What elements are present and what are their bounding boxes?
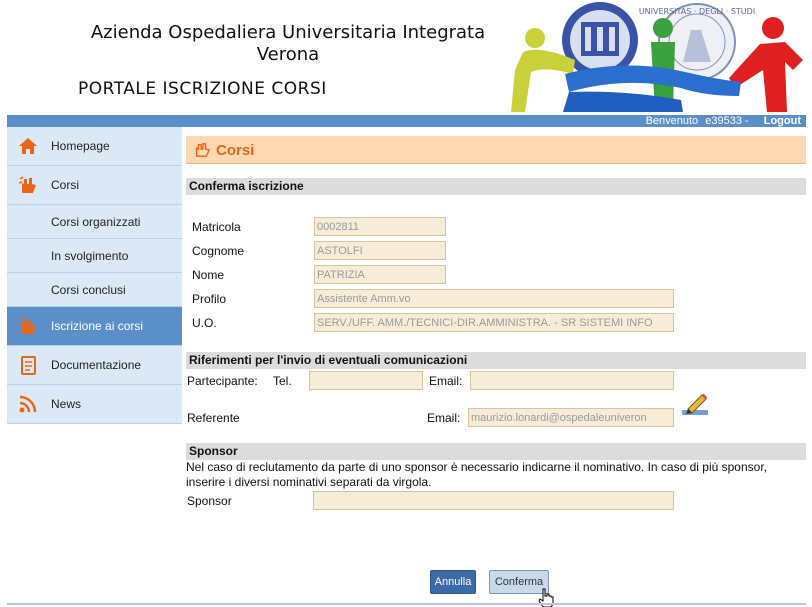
seal-lettering: UNIVERSITAS · DEGLI · STUDI	[639, 7, 755, 16]
tel-input[interactable]	[309, 371, 423, 390]
sidebar-item-homepage[interactable]: Homepage	[7, 127, 182, 166]
hand-icon	[18, 317, 36, 334]
nome-label: Nome	[192, 268, 225, 282]
people-figures-art	[511, 17, 803, 112]
sidebar-item-label: Homepage	[51, 139, 110, 153]
sidebar-item-label: Iscrizione ai corsi	[51, 319, 144, 333]
matricola-label: Matricola	[192, 220, 241, 234]
matricola-field[interactable]	[314, 217, 446, 236]
tel-label: Tel.	[273, 374, 292, 388]
section-header-references: Riferimenti per l'invio di eventuali com…	[186, 352, 806, 369]
organization-name: Azienda Ospedaliera Universitaria Integr…	[90, 22, 486, 43]
home-icon	[19, 138, 37, 154]
logout-link[interactable]: Logout	[764, 115, 801, 127]
sidebar-nav: Homepage Corsi Corsi organizzati In svol…	[7, 127, 182, 424]
sidebar-item-iscrizione-ai-corsi[interactable]: Iscrizione ai corsi	[7, 307, 182, 346]
sidebar-item-label: News	[51, 397, 82, 411]
sidebar-item-corsi-conclusi[interactable]: Corsi conclusi	[7, 273, 182, 307]
sponsor-note: Nel caso di reclutamento da parte di uno…	[186, 460, 767, 489]
referente-label: Referente	[187, 411, 240, 425]
organization-title: Azienda Ospedaliera Universitaria Integr…	[78, 22, 498, 66]
uo-label: U.O.	[192, 316, 217, 330]
username-text: e39533 -	[705, 115, 749, 127]
sponsor-input[interactable]	[313, 491, 674, 510]
sidebar-item-news[interactable]: News	[7, 385, 182, 424]
partecipante-label: Partecipante:	[187, 374, 258, 388]
sidebar-item-label: Corsi conclusi	[51, 282, 126, 297]
sidebar-item-in-svolgimento[interactable]: In svolgimento	[7, 239, 182, 273]
sidebar-item-corsi-organizzati[interactable]: Corsi organizzati	[7, 205, 182, 239]
cognome-label: Cognome	[192, 244, 245, 258]
sidebar-item-label: Corsi organizzati	[51, 214, 141, 229]
hand-icon	[195, 143, 211, 157]
edit-pencil-icon[interactable]	[680, 391, 710, 417]
uo-field[interactable]	[314, 313, 674, 332]
document-icon	[21, 356, 36, 375]
email-label: Email:	[429, 374, 463, 388]
section-header-sponsor: Sponsor	[186, 443, 806, 460]
sidebar-item-label: Documentazione	[51, 358, 142, 372]
user-status-bar: Benvenuto e39533 - Logout	[7, 115, 806, 127]
footer-divider	[7, 603, 806, 605]
cancel-button[interactable]: Annulla	[430, 570, 476, 594]
email-input[interactable]	[470, 371, 674, 390]
page-header: Azienda Ospedaliera Universitaria Integr…	[0, 0, 812, 116]
nome-field[interactable]	[314, 265, 446, 284]
referente-email-field[interactable]	[468, 408, 674, 427]
organization-city: Verona	[256, 44, 320, 65]
page-title: Corsi	[216, 142, 255, 159]
header-logo-illustration: UNIVERSITAS · DEGLI · STUDI	[511, 2, 803, 112]
cognome-field[interactable]	[314, 241, 446, 260]
sidebar-item-label: Corsi	[51, 178, 80, 192]
referente-email-label: Email:	[427, 411, 461, 425]
sidebar-item-corsi[interactable]: Corsi	[7, 166, 182, 205]
sponsor-label: Sponsor	[187, 494, 232, 508]
profilo-label: Profilo	[192, 292, 227, 306]
section-header-confirm: Conferma iscrizione	[186, 178, 806, 195]
sidebar-item-label: In svolgimento	[51, 248, 129, 263]
sidebar-item-documentazione[interactable]: Documentazione	[7, 346, 182, 385]
page-heading: Corsi	[186, 136, 806, 164]
profilo-field[interactable]	[314, 289, 674, 308]
portal-title: PORTALE ISCRIZIONE CORSI	[78, 79, 327, 99]
rss-icon	[19, 395, 37, 413]
welcome-text: Benvenuto	[645, 115, 699, 127]
hand-icon	[18, 176, 36, 193]
main-content: Corsi Conferma iscrizione Matricola Cogn…	[186, 136, 806, 594]
